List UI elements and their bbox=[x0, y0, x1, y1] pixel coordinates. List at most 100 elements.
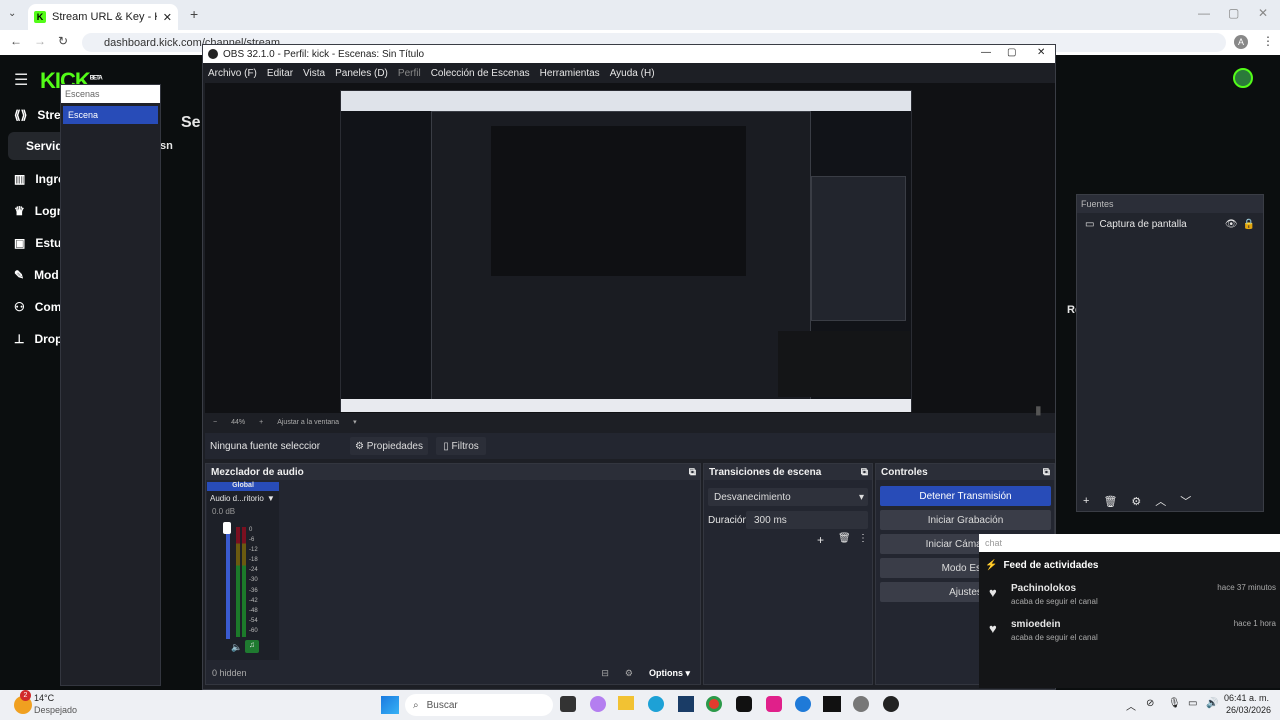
scenes-dock-title: Escenas bbox=[61, 85, 160, 103]
task-view-icon[interactable] bbox=[560, 696, 576, 712]
source-item[interactable]: ▭ Captura de pantalla 👁 🔒 bbox=[1077, 213, 1263, 235]
edge-icon[interactable] bbox=[648, 696, 664, 712]
tab-close-icon[interactable]: ✕ bbox=[163, 11, 172, 24]
menu-herramientas[interactable]: Herramientas bbox=[540, 68, 600, 79]
clock-date[interactable]: 26/03/2026 bbox=[1226, 705, 1271, 715]
monitor-headphones-icon[interactable]: ♫ bbox=[245, 640, 259, 653]
menu-editar[interactable]: Editar bbox=[267, 68, 293, 79]
zoom-fit-label[interactable]: Ajustar a la ventana bbox=[277, 419, 339, 426]
back-icon[interactable]: ← bbox=[10, 34, 22, 48]
obs-preview-area[interactable]: ▮ bbox=[205, 83, 1055, 417]
visibility-eye-icon[interactable]: 👁 bbox=[1225, 219, 1238, 230]
game-icon[interactable] bbox=[823, 696, 841, 712]
reload-icon[interactable]: ↻ bbox=[58, 34, 68, 48]
microphone-icon[interactable]: 🎙 bbox=[1168, 698, 1181, 709]
add-transition-icon[interactable]: + bbox=[817, 533, 824, 547]
hamburger-icon[interactable]: ☰ bbox=[14, 70, 28, 90]
browser-menu-icon[interactable]: ⋮ bbox=[1262, 34, 1274, 48]
transition-select[interactable]: Desvanecimiento ▾ bbox=[708, 488, 868, 506]
mute-speaker-icon[interactable]: 🔈 bbox=[231, 642, 242, 653]
taskbar-search[interactable]: ⌕ Buscar bbox=[405, 694, 553, 716]
chrome-icon[interactable] bbox=[706, 696, 722, 712]
add-source-icon[interactable]: + bbox=[1083, 495, 1089, 507]
copilot-icon[interactable] bbox=[590, 696, 606, 712]
trash-icon[interactable]: 🗑 bbox=[838, 533, 851, 544]
tray-icon[interactable]: ⊘ bbox=[1146, 698, 1154, 709]
volume-icon[interactable]: 🔊 bbox=[1206, 698, 1218, 709]
tiktok-icon[interactable] bbox=[736, 696, 752, 712]
mixer-device[interactable]: Audio d...ritorio ▼ bbox=[207, 491, 279, 506]
move-down-icon[interactable]: ﹀ bbox=[1180, 493, 1191, 509]
source-settings-icon[interactable]: ⚙ bbox=[1131, 495, 1141, 508]
duration-input[interactable]: 300 ms bbox=[746, 511, 868, 529]
close-window-icon[interactable]: ✕ bbox=[1258, 6, 1268, 20]
profile-avatar[interactable]: A bbox=[1234, 35, 1248, 49]
clock-time[interactable]: 06:41 a. m. bbox=[1224, 693, 1269, 703]
feed-item[interactable]: ♥ smioedein acaba de seguir el canal hac… bbox=[979, 615, 1280, 651]
heart-icon: ♥ bbox=[989, 621, 997, 636]
lock-icon[interactable]: 🔒 bbox=[1243, 219, 1255, 230]
more-options-icon[interactable]: ⋮ bbox=[858, 533, 868, 544]
remove-source-icon[interactable]: 🗑 bbox=[1103, 495, 1117, 508]
browser-tab[interactable]: K Stream URL & Key - Kick Dashb ✕ bbox=[28, 4, 178, 30]
obs-preview-canvas[interactable] bbox=[340, 90, 912, 412]
menu-archivo[interactable]: Archivo (F) bbox=[208, 68, 257, 79]
menu-ayuda[interactable]: Ayuda (H) bbox=[610, 68, 655, 79]
minimize-icon[interactable]: — bbox=[1198, 6, 1210, 20]
stop-stream-button[interactable]: Detener Transmisión bbox=[880, 486, 1051, 506]
mixer-layout-icon[interactable]: ⊟ bbox=[601, 668, 609, 679]
zoom-in-button[interactable]: + bbox=[259, 419, 263, 426]
weather-temp: 14°C bbox=[34, 693, 55, 703]
maximize-icon[interactable]: ▢ bbox=[1228, 6, 1239, 20]
transitions-title: Transiciones de escena ⧉ bbox=[704, 464, 872, 480]
wrench-icon: ✎ bbox=[14, 268, 25, 282]
mixer-options-button[interactable]: Options ▾ bbox=[649, 668, 690, 679]
level-meter-right bbox=[242, 527, 246, 637]
search-icon: ⌕ bbox=[413, 699, 419, 711]
tray-chevron-icon[interactable]: ︿ bbox=[1126, 698, 1136, 713]
file-explorer-icon[interactable] bbox=[618, 696, 634, 710]
menu-coleccion[interactable]: Colección de Escenas bbox=[431, 68, 530, 79]
scene-item[interactable]: Escena bbox=[63, 106, 158, 124]
volume-slider-handle[interactable] bbox=[223, 522, 231, 534]
obs-titlebar: OBS 32.1.0 - Perfil: kick - Escenas: Sin… bbox=[203, 45, 1055, 63]
bolt-icon: ⚡ bbox=[985, 560, 998, 571]
windows-start-icon[interactable] bbox=[381, 696, 399, 714]
mixer-title: Mezclador de audio ⧉ bbox=[206, 464, 700, 480]
volume-slider[interactable] bbox=[226, 524, 230, 639]
nested-taskbar bbox=[341, 399, 911, 412]
forward-icon[interactable]: → bbox=[34, 34, 46, 48]
move-up-icon[interactable]: ︿ bbox=[1155, 493, 1166, 509]
obs-title-text: OBS 32.1.0 - Perfil: kick - Escenas: Sin… bbox=[223, 48, 425, 60]
gear-icon: ⚙ bbox=[355, 440, 365, 452]
level-meter-left bbox=[236, 527, 240, 637]
obs-maximize-icon[interactable]: ▢ bbox=[1007, 47, 1016, 58]
display-icon[interactable]: ▭ bbox=[1188, 698, 1197, 709]
no-source-label: Ninguna fuente seleccionac bbox=[210, 440, 320, 452]
kick-user-avatar[interactable] bbox=[1233, 68, 1253, 88]
app-icon[interactable] bbox=[795, 696, 811, 712]
obs-minimize-icon[interactable]: — bbox=[981, 47, 991, 58]
menu-paneles[interactable]: Paneles (D) bbox=[335, 68, 388, 79]
obs-close-icon[interactable]: ✕ bbox=[1037, 47, 1045, 58]
nested-preview bbox=[491, 126, 746, 276]
properties-button[interactable]: ⚙ Propiedades bbox=[350, 437, 428, 455]
zoom-dropdown-icon[interactable]: ▾ bbox=[353, 418, 357, 426]
zoom-bar: − 44% + Ajustar a la ventana ▾ bbox=[205, 415, 505, 429]
zoom-out-button[interactable]: − bbox=[213, 419, 217, 426]
menu-vista[interactable]: Vista bbox=[303, 68, 325, 79]
settings-gear-icon[interactable] bbox=[853, 696, 869, 712]
transitions-dock: Transiciones de escena ⧉ Desvanecimiento ▾… bbox=[703, 463, 873, 685]
feed-item[interactable]: ♥ Pachinolokos acaba de seguir el canal … bbox=[979, 579, 1280, 615]
tab-search-icon[interactable]: ⌄ bbox=[8, 8, 16, 19]
filters-button[interactable]: ▯ Filtros bbox=[436, 437, 486, 455]
tiktok-studio-icon[interactable] bbox=[766, 696, 782, 712]
new-tab-icon[interactable]: + bbox=[190, 6, 198, 22]
start-recording-button[interactable]: Iniciar Grabación bbox=[880, 510, 1051, 530]
nested-chat bbox=[778, 331, 910, 397]
obs-taskbar-icon[interactable] bbox=[883, 696, 899, 712]
mixer-config-icon[interactable]: ⚙ bbox=[625, 668, 633, 679]
store-icon[interactable] bbox=[678, 696, 694, 712]
menu-perfil[interactable]: Perfil bbox=[398, 68, 421, 79]
mixer-global-label: Global bbox=[207, 482, 279, 491]
